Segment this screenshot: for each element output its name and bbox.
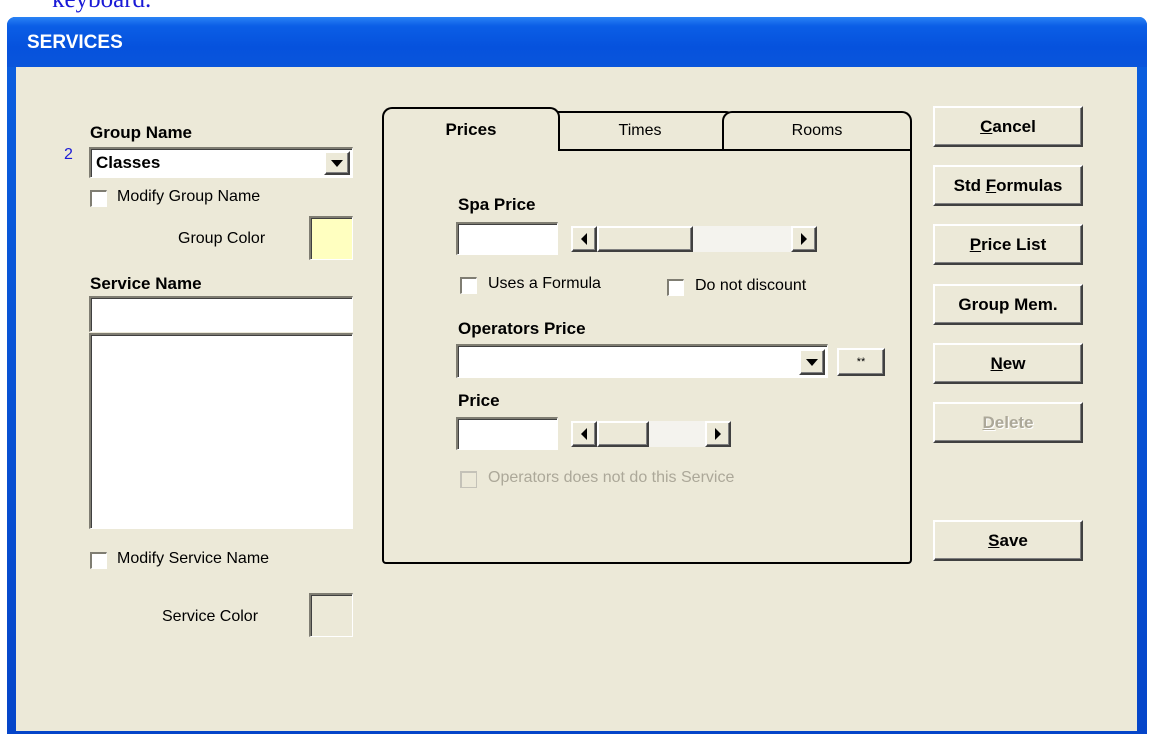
- spa-price-label: Spa Price: [458, 195, 536, 214]
- modify-group-name-label: Modify Group Name: [117, 188, 261, 205]
- group-name-label: Group Name: [90, 123, 193, 142]
- price-label: Price: [458, 391, 500, 410]
- new-button[interactable]: New: [933, 343, 1083, 384]
- group-name-dropdown-button[interactable]: [324, 151, 350, 175]
- operators-price-dropdown-button[interactable]: [799, 349, 825, 375]
- arrow-right-icon: [715, 428, 721, 440]
- tab-prices[interactable]: Prices: [382, 107, 560, 151]
- cancel-button[interactable]: Cancel: [933, 106, 1083, 147]
- spa-price-scrollbar[interactable]: [571, 226, 817, 252]
- chevron-down-icon: [331, 159, 343, 167]
- price-input[interactable]: [456, 417, 558, 450]
- price-scrollbar[interactable]: [571, 421, 731, 447]
- group-index: 2: [64, 146, 73, 163]
- window-title: SERVICES: [27, 32, 123, 53]
- save-button[interactable]: Save: [933, 520, 1083, 561]
- arrow-left-icon: [581, 233, 587, 245]
- service-name-list[interactable]: [89, 333, 353, 529]
- std-formulas-button[interactable]: Std Formulas: [933, 165, 1083, 206]
- group-mem-button[interactable]: Group Mem.: [933, 284, 1083, 325]
- tab-times[interactable]: Times: [544, 111, 736, 149]
- modify-group-name-checkbox[interactable]: [90, 190, 107, 207]
- operators-not-do-checkbox: [460, 471, 477, 488]
- service-color-label: Service Color: [162, 608, 259, 625]
- std-formulas-label-post: ormulas: [996, 175, 1063, 195]
- price-list-label-post: rice List: [981, 234, 1047, 254]
- save-accelerator: S: [988, 530, 1000, 550]
- tab-rooms[interactable]: Rooms: [722, 111, 912, 149]
- service-name-input[interactable]: [89, 296, 353, 332]
- spa-price-scroll-right[interactable]: [791, 226, 817, 252]
- group-name-value: Classes: [96, 153, 161, 172]
- price-scroll-left[interactable]: [571, 421, 597, 447]
- spa-price-scroll-left[interactable]: [571, 226, 597, 252]
- page-top-text: keyboard.: [52, 0, 151, 14]
- group-color-swatch[interactable]: [309, 216, 353, 260]
- group-color-label: Group Color: [178, 230, 266, 247]
- modify-service-name-checkbox[interactable]: [90, 552, 107, 569]
- do-not-discount-label: Do not discount: [695, 277, 807, 294]
- group-name-combo[interactable]: Classes: [89, 147, 353, 178]
- title-bar[interactable]: SERVICES: [7, 17, 1147, 67]
- arrow-left-icon: [581, 428, 587, 440]
- group-mem-label: Group Mem.: [958, 294, 1058, 314]
- price-list-accelerator: P: [969, 234, 982, 254]
- price-list-button[interactable]: Price List: [933, 224, 1083, 265]
- modify-service-name-label: Modify Service Name: [117, 550, 270, 567]
- operators-price-combo[interactable]: [456, 344, 828, 378]
- window-client-area: Group Name 2 Classes Modify Group Name G…: [16, 67, 1137, 731]
- prices-panel: Spa Price Uses a Formula Do not discount…: [382, 149, 912, 564]
- service-name-label: Service Name: [90, 274, 202, 293]
- do-not-discount-checkbox[interactable]: [667, 279, 684, 296]
- cancel-button-label-post: ancel: [992, 116, 1036, 136]
- price-scroll-right[interactable]: [705, 421, 731, 447]
- delete-label-post: elete: [994, 412, 1034, 432]
- ellipsis-button[interactable]: **: [837, 348, 885, 376]
- spa-price-input[interactable]: [456, 222, 558, 255]
- services-window: SERVICES Group Name 2 Classes Modify Gro…: [7, 17, 1147, 734]
- new-accelerator: N: [990, 353, 1003, 373]
- delete-accelerator: D: [982, 412, 995, 432]
- delete-button: Delete: [933, 402, 1083, 443]
- cancel-button-accelerator: C: [980, 116, 993, 136]
- price-scroll-thumb[interactable]: [597, 421, 649, 447]
- spa-price-scroll-thumb[interactable]: [597, 226, 693, 252]
- chevron-down-icon: [806, 358, 818, 366]
- uses-formula-label: Uses a Formula: [488, 275, 601, 292]
- std-formulas-label-pre: Std: [953, 175, 986, 195]
- service-color-swatch[interactable]: [309, 593, 353, 637]
- operators-not-do-label: Operators does not do this Service: [488, 469, 735, 486]
- std-formulas-accelerator: F: [985, 175, 997, 195]
- save-label-post: ave: [999, 530, 1028, 550]
- operators-price-label: Operators Price: [458, 319, 586, 338]
- arrow-right-icon: [801, 233, 807, 245]
- uses-formula-checkbox[interactable]: [460, 277, 477, 294]
- new-label-post: ew: [1002, 353, 1026, 373]
